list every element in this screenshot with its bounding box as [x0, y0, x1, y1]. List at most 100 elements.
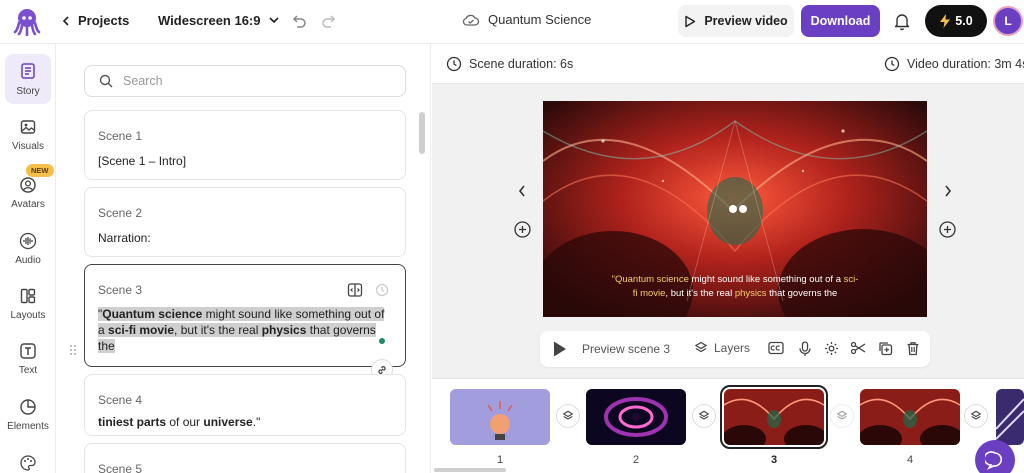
- credits-value: 5.0: [955, 14, 973, 28]
- nav-item-elements[interactable]: Elements: [0, 398, 56, 432]
- scene-thumbnail-2[interactable]: [586, 389, 686, 445]
- nav-item-text[interactable]: Text: [0, 342, 56, 376]
- trash-icon: [907, 342, 919, 356]
- duplicate-scene-button[interactable]: [878, 341, 893, 356]
- left-nav: Story Visuals NEW Avatars Audio Layouts …: [0, 44, 56, 473]
- undo-button[interactable]: [290, 12, 308, 30]
- scene-thumbnail-4[interactable]: [860, 389, 960, 445]
- redo-button[interactable]: [320, 12, 338, 30]
- nav-item-more[interactable]: [0, 454, 56, 472]
- drag-handle-icon[interactable]: [69, 344, 77, 356]
- video-duration: Video duration: 3m 4s: [884, 56, 1024, 72]
- transition-button[interactable]: [830, 404, 854, 428]
- text-run: , but it's the real: [174, 323, 262, 337]
- bold-run: tiniest parts: [98, 415, 167, 429]
- previous-scene-chevron-icon[interactable]: [518, 185, 526, 197]
- captions-button[interactable]: [768, 341, 784, 355]
- quantum-thumbnail-image: [860, 389, 960, 445]
- text-run: the: [98, 339, 115, 353]
- scene-thumbnail-1[interactable]: [450, 389, 550, 445]
- transition-button[interactable]: [692, 404, 716, 428]
- chat-support-button[interactable]: [975, 440, 1015, 473]
- scene-label: Scene 2: [98, 206, 143, 220]
- cut-scene-button[interactable]: [850, 341, 866, 355]
- next-scene-chevron-icon[interactable]: [944, 185, 952, 197]
- preview-scene-label: Preview scene 3: [582, 342, 671, 356]
- scene-text[interactable]: Narration:: [98, 230, 151, 246]
- octopus-logo-icon[interactable]: [12, 6, 42, 36]
- scene-text[interactable]: [Scene 1 – Intro]: [98, 153, 186, 169]
- transition-button[interactable]: [964, 404, 988, 428]
- scene-card-tools: [347, 282, 389, 298]
- streak-thumbnail-image: [996, 389, 1024, 445]
- voiceover-button[interactable]: [798, 341, 812, 357]
- gear-icon: [825, 342, 838, 355]
- text-icon: [20, 343, 36, 359]
- nav-item-story[interactable]: Story: [0, 54, 56, 104]
- user-avatar[interactable]: L: [993, 6, 1023, 36]
- scrollbar-thumb[interactable]: [419, 112, 425, 154]
- caption-highlight: physics: [734, 288, 767, 299]
- scene-settings-button[interactable]: [824, 341, 839, 356]
- scene-duration-text: Scene duration: 6s: [469, 57, 574, 71]
- notifications-bell-icon[interactable]: [893, 11, 911, 31]
- timer-icon[interactable]: [375, 283, 389, 297]
- scene-thumbnail-5[interactable]: [996, 389, 1024, 445]
- preview-scene-button[interactable]: Preview scene 3: [552, 340, 670, 358]
- nav-item-audio[interactable]: Audio: [0, 232, 56, 266]
- bulb-thumbnail-image: [450, 389, 550, 445]
- clock-icon: [446, 56, 462, 72]
- nav-label-audio: Audio: [15, 255, 41, 266]
- caption-text: might sound like something out of a: [688, 274, 844, 285]
- video-duration-text: Video duration: 3m 4s: [907, 57, 1024, 71]
- split-scene-icon[interactable]: [347, 282, 363, 298]
- audio-wave-icon: [19, 232, 37, 250]
- layers-icon: [698, 410, 710, 420]
- credits-badge[interactable]: 5.0: [925, 5, 987, 37]
- bold-run: physics: [261, 323, 307, 337]
- image-icon: [20, 120, 36, 134]
- nav-label-text: Text: [18, 365, 38, 376]
- scene-card-4[interactable]: Scene 4 tiniest parts of our universe.": [84, 374, 406, 436]
- scene-3-text[interactable]: "Quantum science might sound like someth…: [98, 306, 398, 354]
- scene-preview-canvas[interactable]: "Quantum science might sound like someth…: [543, 101, 927, 317]
- scene-card-2[interactable]: Scene 2 Narration:: [84, 187, 406, 257]
- download-button[interactable]: Download: [801, 5, 880, 37]
- scene-card-1[interactable]: Scene 1 [Scene 1 – Intro]: [84, 110, 406, 180]
- layers-label: Layers: [714, 341, 751, 355]
- delete-scene-button[interactable]: [906, 341, 920, 356]
- caption-text: that governs the: [766, 288, 838, 299]
- nav-item-avatars[interactable]: Avatars: [0, 176, 56, 210]
- preview-video-button[interactable]: Preview video: [678, 5, 794, 37]
- caption-text: , but it's the real: [665, 288, 735, 299]
- preview-video-label: Preview video: [704, 14, 788, 28]
- caption-highlight: "Quantum science: [611, 274, 689, 285]
- layers-button[interactable]: Layers: [694, 341, 750, 355]
- resize-handle[interactable]: [434, 468, 506, 472]
- transition-button[interactable]: [556, 404, 580, 428]
- scene-label: Scene 3: [98, 283, 143, 297]
- scene-label: Scene 4: [98, 393, 143, 407]
- back-to-projects-link[interactable]: Projects: [62, 13, 129, 28]
- story-icon: [21, 62, 35, 79]
- scene-card-3[interactable]: Scene 3 "Quantum science might sound lik…: [84, 264, 406, 381]
- text-run: might sound like something out of: [202, 307, 385, 321]
- play-outline-icon: [685, 15, 696, 27]
- nav-item-layouts[interactable]: Layouts: [0, 287, 56, 321]
- scene-thumbnail-3[interactable]: [720, 385, 828, 449]
- text-run: that governs: [306, 323, 376, 337]
- add-scene-after-icon[interactable]: [939, 221, 956, 238]
- scene-number: 2: [632, 454, 640, 466]
- scene-card-5[interactable]: Scene 5: [84, 443, 406, 473]
- add-scene-before-icon[interactable]: [514, 221, 531, 238]
- nav-item-visuals[interactable]: Visuals: [0, 118, 56, 152]
- aspect-ratio-select[interactable]: Widescreen 16:9: [158, 13, 279, 28]
- scene-number: 4: [906, 454, 914, 466]
- status-dot: [379, 338, 385, 344]
- bold-run: sci-fi movie: [108, 323, 175, 337]
- scene-4-text[interactable]: tiniest parts of our universe.": [98, 414, 260, 430]
- text-run: of our: [166, 415, 204, 429]
- project-title[interactable]: Quantum Science: [462, 12, 591, 27]
- playback-indicator-icon: [729, 205, 747, 213]
- search-input[interactable]: Search: [84, 65, 406, 97]
